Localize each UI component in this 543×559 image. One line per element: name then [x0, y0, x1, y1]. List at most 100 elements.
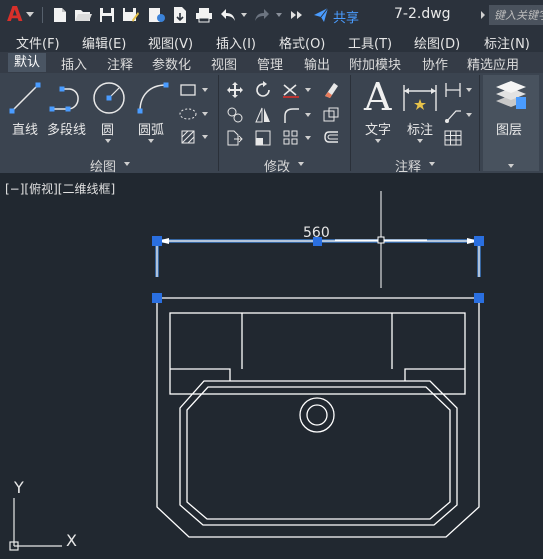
rotate-icon[interactable] [254, 81, 272, 99]
app-menu-dropdown-icon[interactable] [25, 10, 35, 18]
text-dropdown-icon[interactable] [374, 138, 382, 144]
fillet-dropdown-icon[interactable] [304, 112, 312, 118]
explode-icon[interactable] [322, 106, 340, 124]
line-icon[interactable] [8, 81, 42, 115]
leader-icon[interactable] [444, 106, 462, 124]
table-icon[interactable] [444, 129, 462, 147]
app-logo[interactable]: A [7, 2, 22, 26]
line-tool-label[interactable]: 直线 [12, 119, 38, 138]
erase-icon[interactable] [322, 81, 340, 99]
redo-icon[interactable] [254, 8, 270, 22]
text-tool-icon[interactable]: A [364, 75, 391, 119]
arc-tool-label[interactable]: 圆弧 [138, 119, 164, 138]
grip-right-bottom [474, 293, 484, 303]
move-icon[interactable] [226, 81, 244, 99]
expand-search-icon[interactable] [480, 10, 486, 20]
layers-panel-button[interactable]: 图层 [483, 75, 539, 171]
menu-edit[interactable]: 编辑(E) [82, 33, 126, 52]
redo-dropdown-icon[interactable] [275, 12, 283, 18]
tab-home[interactable]: 默认 [8, 53, 47, 72]
copy-icon[interactable] [226, 106, 244, 124]
offset-icon[interactable] [322, 129, 340, 147]
tab-insert[interactable]: 插入 [61, 54, 87, 73]
rectangle-dropdown-icon[interactable] [201, 87, 209, 93]
tab-output[interactable]: 输出 [304, 54, 330, 73]
panel-divider [479, 75, 480, 171]
share-icon[interactable] [313, 7, 329, 23]
grip-left-bottom [152, 293, 162, 303]
layers-dropdown-icon[interactable] [507, 163, 515, 169]
linear-dimension-icon[interactable] [444, 81, 462, 99]
draw-panel-expand-icon[interactable] [123, 161, 131, 167]
dimension-text[interactable]: 560 [303, 225, 330, 241]
trim-dropdown-icon[interactable] [304, 87, 312, 93]
tab-parametric[interactable]: 参数化 [152, 54, 191, 73]
plot-icon[interactable] [195, 7, 213, 23]
scale-icon[interactable] [254, 129, 272, 147]
menu-view[interactable]: 视图(V) [148, 33, 193, 52]
modify-panel-expand-icon[interactable] [297, 161, 305, 167]
save-web-icon[interactable] [172, 6, 188, 24]
text-tool-label[interactable]: 文字 [365, 119, 391, 138]
fillet-icon[interactable] [282, 106, 300, 124]
undo-dropdown-icon[interactable] [240, 12, 248, 18]
layers-label: 图层 [496, 123, 523, 138]
drain-outer [299, 397, 335, 433]
ribbon-panel: 直线 多段线 圆 圆弧 绘图 修改 A 文字 标注 注释 图层 [0, 73, 543, 175]
basin-shelf-right [404, 368, 465, 381]
array-dropdown-icon[interactable] [304, 135, 312, 141]
polyline-tool-label[interactable]: 多段线 [47, 119, 86, 138]
trim-icon[interactable] [282, 81, 300, 99]
drawing-area [9, 191, 484, 551]
circle-dropdown-icon[interactable] [104, 138, 112, 144]
save-icon[interactable] [99, 7, 115, 23]
open-web-icon[interactable] [148, 6, 166, 24]
menu-format[interactable]: 格式(O) [279, 33, 325, 52]
bowl-outer-outline [179, 380, 458, 526]
hatch-icon[interactable] [179, 107, 197, 121]
more-tools-icon[interactable] [290, 10, 304, 20]
panel-divider [350, 75, 351, 171]
stretch-icon[interactable] [226, 129, 244, 147]
gradient-icon[interactable] [180, 129, 196, 145]
hatch-dropdown-icon[interactable] [201, 111, 209, 117]
circle-tool-label[interactable]: 圆 [101, 119, 114, 138]
tab-collaborate[interactable]: 协作 [422, 54, 448, 73]
mirror-icon[interactable] [254, 106, 272, 124]
menu-file[interactable]: 文件(F) [16, 33, 60, 52]
search-box[interactable]: 键入关键字 [489, 5, 543, 25]
tab-annotate[interactable]: 注释 [107, 54, 133, 73]
tab-addins[interactable]: 附加模块 [349, 54, 401, 73]
menu-draw[interactable]: 绘图(D) [414, 33, 460, 52]
array-icon[interactable] [282, 129, 300, 147]
linear-dimension-dropdown-icon[interactable] [465, 87, 473, 93]
rectangle-icon[interactable] [180, 83, 196, 97]
tab-manage[interactable]: 管理 [257, 54, 283, 73]
basin-outer-outline [156, 297, 480, 538]
share-label[interactable]: 共享 [333, 7, 359, 26]
arc-dropdown-icon[interactable] [147, 138, 155, 144]
tab-view[interactable]: 视图 [211, 54, 237, 73]
annotation-panel-expand-icon[interactable] [428, 161, 436, 167]
drawing-canvas[interactable]: [−][俯视][二维线框] 560 Y X [0, 173, 543, 559]
gradient-dropdown-icon[interactable] [201, 134, 209, 140]
dimension-icon[interactable] [402, 81, 438, 115]
dimension-tool-label[interactable]: 标注 [407, 119, 433, 138]
arc-icon[interactable] [136, 81, 170, 115]
leader-dropdown-icon[interactable] [465, 112, 473, 118]
dimension-dropdown-icon[interactable] [416, 138, 424, 144]
open-file-icon[interactable] [74, 7, 92, 23]
tab-featured-apps[interactable]: 精选应用 [467, 54, 519, 73]
crosshair-cursor [335, 191, 427, 288]
save-as-icon[interactable] [122, 6, 140, 24]
menu-dimension[interactable]: 标注(N) [484, 33, 530, 52]
polyline-icon[interactable] [48, 83, 86, 113]
menu-insert[interactable]: 插入(I) [216, 33, 256, 52]
new-file-icon[interactable] [52, 7, 68, 23]
layers-icon [496, 81, 526, 109]
grip-left-top [152, 236, 162, 246]
undo-icon[interactable] [220, 8, 236, 22]
ucs-x-label: X [66, 531, 77, 550]
menu-tools[interactable]: 工具(T) [348, 33, 392, 52]
circle-icon[interactable] [92, 81, 126, 115]
